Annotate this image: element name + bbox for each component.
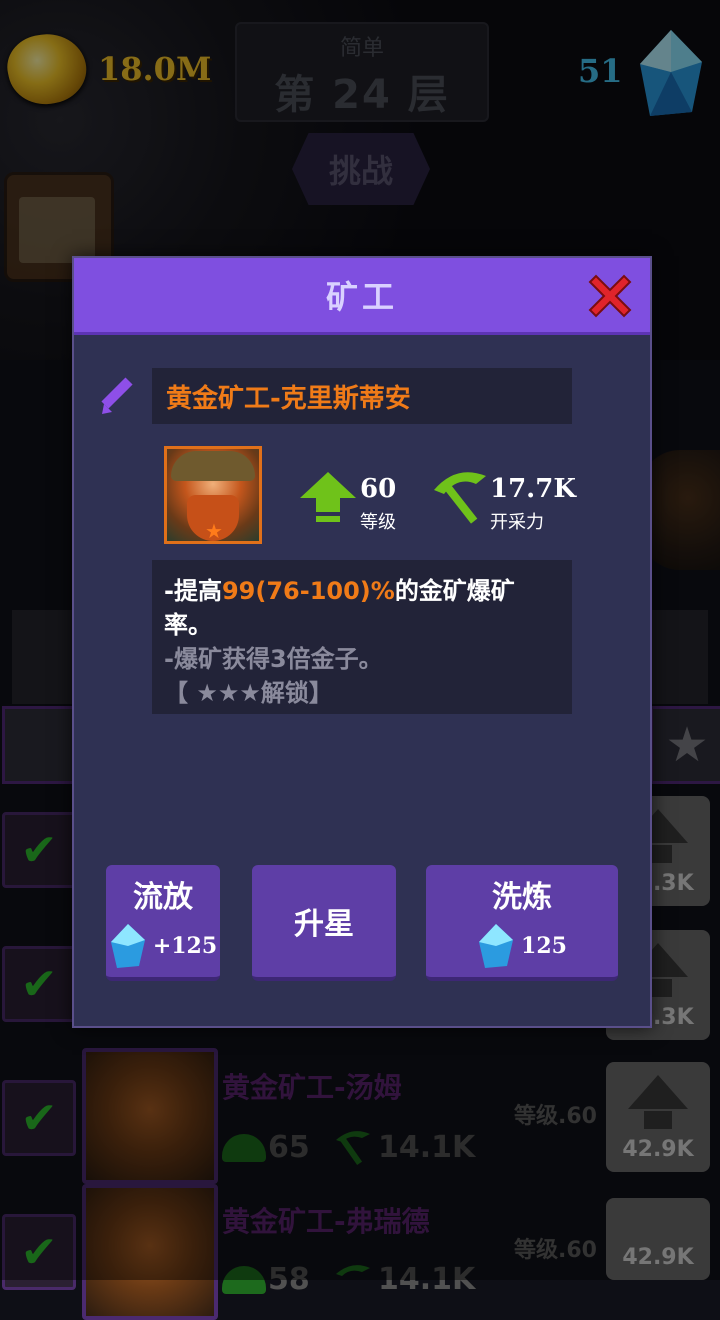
exile-button[interactable]: 流放 +125 — [106, 865, 220, 981]
pickaxe-icon — [434, 472, 486, 524]
dialog-header: 矿工 — [74, 258, 650, 335]
pencil-icon[interactable] — [98, 374, 142, 418]
gem-icon — [479, 924, 514, 968]
gem-icon — [110, 924, 145, 968]
exile-label: 流放 — [133, 880, 193, 915]
close-icon[interactable] — [582, 268, 638, 324]
skill-description: -提高99(76-100)%的金矿爆矿 率。 -爆矿获得3倍金子。 【 ★★★解… — [152, 560, 572, 714]
level-label: 等级 — [360, 512, 396, 533]
desc-highlight: 99(76-100)% — [221, 577, 395, 605]
refine-amount: 125 — [521, 933, 567, 959]
exile-amount: +125 — [152, 933, 218, 959]
star-up-label: 升星 — [294, 907, 354, 942]
power-value: 17.7K — [490, 474, 576, 504]
star-up-button[interactable]: 升星 — [252, 865, 396, 981]
desc-line-4: 【 ★★★解锁】 — [164, 679, 333, 707]
miner-avatar: ★ — [164, 446, 262, 544]
miner-name-text: 黄金矿工-克里斯蒂安 — [166, 383, 411, 414]
desc-line-2: 率。 — [164, 611, 212, 639]
refine-button[interactable]: 洗炼 125 — [426, 865, 618, 981]
rank-star-icon: ★ — [205, 519, 223, 543]
desc-line-1: -提高99(76-100)%的金矿爆矿 — [164, 577, 515, 605]
level-up-arrow-icon — [300, 472, 356, 522]
miner-name-field[interactable]: 黄金矿工-克里斯蒂安 — [152, 368, 572, 424]
dialog-title: 矿工 — [325, 278, 398, 316]
refine-label: 洗炼 — [492, 880, 552, 915]
power-label: 开采力 — [490, 512, 544, 533]
miner-dialog: 矿工 黄金矿工-克里斯蒂安 ★ 60 等级 17.7K 开采力 -提高99(76… — [72, 256, 652, 1028]
level-value: 60 — [360, 474, 397, 504]
desc-line-3: -爆矿获得3倍金子。 — [164, 645, 383, 673]
